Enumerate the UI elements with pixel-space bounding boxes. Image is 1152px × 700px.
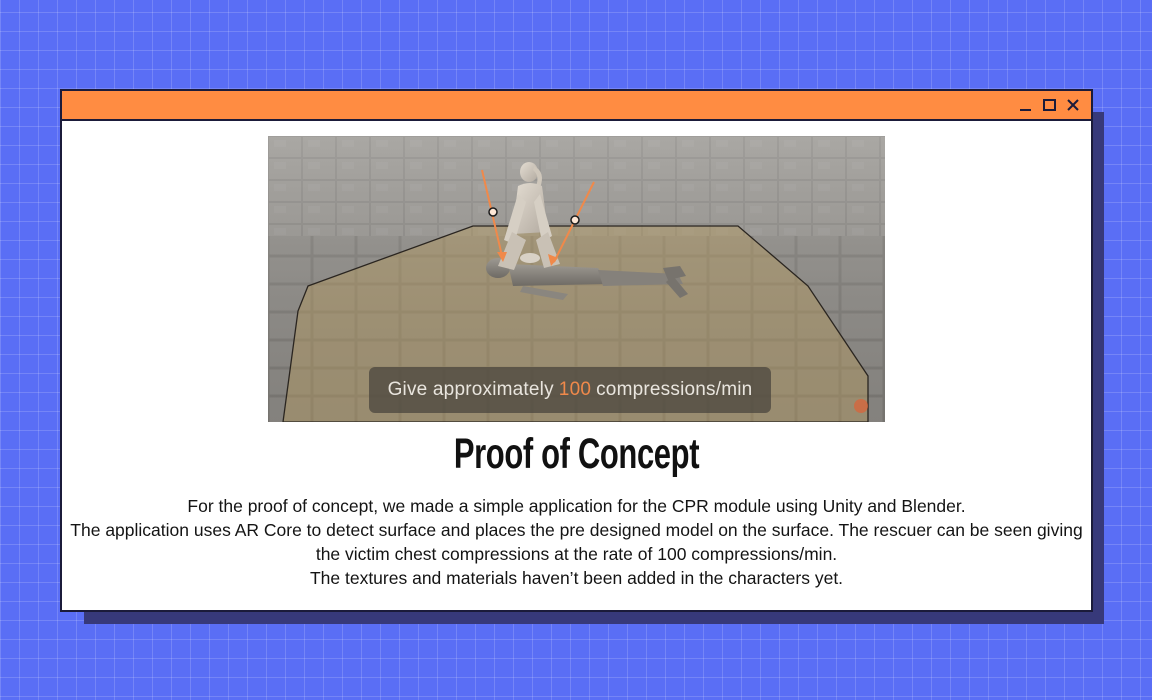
caption-text-before: Give approximately: [387, 379, 554, 400]
close-icon[interactable]: [1065, 97, 1081, 113]
caption-number: 100: [558, 379, 592, 400]
caption-text-after: compressions/min: [596, 379, 753, 400]
description-paragraph: The textures and materials haven’t been …: [309, 568, 844, 588]
page-title: Proof of Concept: [453, 430, 700, 478]
maximize-icon[interactable]: [1041, 97, 1057, 113]
description-text: For the proof of concept, we made a simp…: [68, 494, 1085, 590]
ar-demo-screenshot: Give approximately 100 compressions/min: [268, 136, 885, 422]
minimize-icon[interactable]: [1017, 97, 1033, 113]
window-controls: [1017, 94, 1081, 116]
description-paragraph: The application uses AR Core to detect s…: [70, 520, 1083, 564]
description-paragraph: For the proof of concept, we made a simp…: [187, 496, 966, 516]
title-bar[interactable]: [62, 91, 1091, 121]
compression-rate-caption: Give approximately 100 compressions/min: [369, 367, 771, 413]
presentation-window: Give approximately 100 compressions/min …: [60, 89, 1093, 612]
